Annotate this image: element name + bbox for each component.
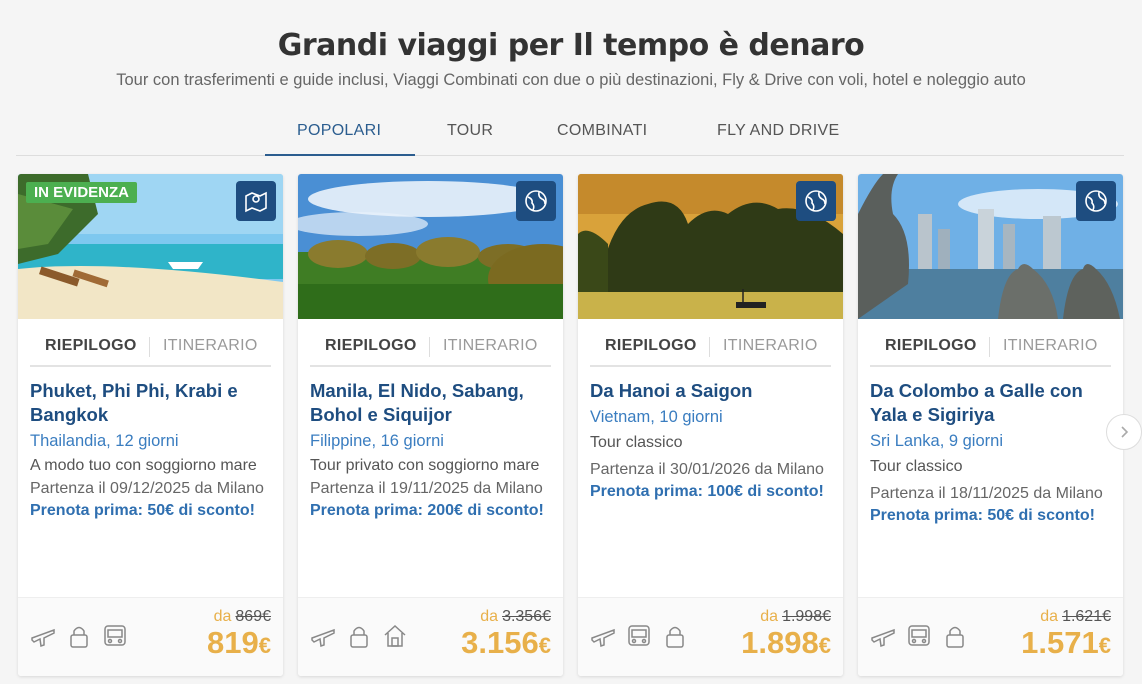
card-footer: da 869€ 819€ <box>18 597 283 676</box>
carousel-next-button[interactable] <box>1106 414 1142 450</box>
tab-combinati[interactable]: COMBINATI <box>557 122 647 140</box>
map-pin-icon <box>236 181 276 221</box>
house-icon <box>384 624 406 647</box>
old-price: 1.621€ <box>1062 608 1111 625</box>
country-duration: Thailandia, 12 giorni <box>30 432 179 450</box>
tab-fly-and-drive[interactable]: FLY AND DRIVE <box>717 122 839 140</box>
price-from-label: da <box>760 608 779 625</box>
promo-text: Prenota prima: 200€ di sconto! <box>310 502 544 519</box>
old-price: 869€ <box>235 608 271 625</box>
current-price: 819 <box>207 625 259 660</box>
departure-info: Partenza il 09/12/2025 da Milano <box>30 480 264 497</box>
tour-description: Tour privato con soggiorno mare <box>310 457 540 474</box>
price-currency: € <box>1098 633 1111 658</box>
card-footer: da 1.998€ 1.898€ <box>578 597 843 676</box>
section-header: Grandi viaggi per Il tempo è denaro Tour… <box>0 0 1142 90</box>
tour-card[interactable]: RIEPILOGO ITINERARIO Da Colombo a Galle … <box>858 174 1123 676</box>
tab-riepilogo[interactable]: RIEPILOGO <box>325 337 417 355</box>
lock-icon <box>666 626 684 648</box>
departure-info: Partenza il 18/11/2025 da Milano <box>870 485 1103 502</box>
promo-text: Prenota prima: 50€ di sconto! <box>30 502 255 519</box>
card-tabs: RIEPILOGO ITINERARIO <box>310 331 551 367</box>
tab-riepilogo[interactable]: RIEPILOGO <box>45 337 137 355</box>
lock-icon <box>350 626 368 648</box>
current-price: 1.898 <box>741 625 819 660</box>
price-currency: € <box>258 633 271 658</box>
plane-icon <box>591 628 615 647</box>
country-duration: Filippine, 16 giorni <box>310 432 444 450</box>
old-price: 3.356€ <box>502 608 551 625</box>
tab-divider <box>709 337 710 357</box>
tour-card[interactable]: RIEPILOGO ITINERARIO Da Hanoi a Saigon V… <box>578 174 843 676</box>
page-title: Grandi viaggi per Il tempo è denaro <box>277 28 865 63</box>
card-footer: da 1.621€ 1.571€ <box>858 597 1123 676</box>
country-duration: Vietnam, 10 giorni <box>590 408 723 426</box>
departure-info: Partenza il 30/01/2026 da Milano <box>590 461 824 478</box>
tab-itinerario[interactable]: ITINERARIO <box>1003 337 1098 355</box>
chevron-right-icon <box>1121 426 1129 438</box>
tab-riepilogo[interactable]: RIEPILOGO <box>605 337 697 355</box>
price-from-label: da <box>213 608 232 625</box>
price-currency: € <box>818 633 831 658</box>
tour-card[interactable]: RIEPILOGO ITINERARIO Manila, El Nido, Sa… <box>298 174 563 676</box>
price-currency: € <box>538 633 551 658</box>
current-price: 3.156 <box>461 625 539 660</box>
tour-image[interactable] <box>298 174 563 319</box>
category-tabs: POPOLARI TOUR COMBINATI FLY AND DRIVE <box>16 110 1124 156</box>
active-tab-indicator <box>265 154 415 156</box>
tab-itinerario[interactable]: ITINERARIO <box>163 337 258 355</box>
price-block: da 1.621€ 1.571€ <box>1021 608 1111 663</box>
tour-image[interactable] <box>858 174 1123 319</box>
plane-icon <box>311 628 335 647</box>
globe-icon <box>796 181 836 221</box>
tab-riepilogo[interactable]: RIEPILOGO <box>885 337 977 355</box>
plane-icon <box>31 628 55 647</box>
bus-icon <box>104 625 126 646</box>
country-duration: Sri Lanka, 9 giorni <box>870 432 1003 450</box>
bus-icon <box>908 625 930 646</box>
tour-description: Tour classico <box>590 434 683 451</box>
price-block: da 3.356€ 3.156€ <box>461 608 551 663</box>
tab-itinerario[interactable]: ITINERARIO <box>723 337 818 355</box>
globe-icon <box>516 181 556 221</box>
promo-text: Prenota prima: 50€ di sconto! <box>870 507 1095 524</box>
price-from-label: da <box>1040 608 1059 625</box>
plane-icon <box>871 628 895 647</box>
price-block: da 1.998€ 1.898€ <box>741 608 831 663</box>
tab-tour[interactable]: TOUR <box>447 122 493 140</box>
featured-badge: IN EVIDENZA <box>26 182 138 203</box>
tab-divider <box>149 337 150 357</box>
tour-description: Tour classico <box>870 458 963 475</box>
destination-title[interactable]: Da Hanoi a Saigon <box>590 379 831 403</box>
current-price: 1.571 <box>1021 625 1099 660</box>
tab-popolari[interactable]: POPOLARI <box>297 122 381 140</box>
promo-text: Prenota prima: 100€ di sconto! <box>590 483 824 500</box>
tour-card[interactable]: IN EVIDENZA RIEPILOGO ITINERARIO Phuket,… <box>18 174 283 676</box>
lock-icon <box>946 626 964 648</box>
lock-icon <box>70 626 88 648</box>
page-subtitle: Tour con trasferimenti e guide inclusi, … <box>116 71 1026 89</box>
price-from-label: da <box>480 608 499 625</box>
globe-icon <box>1076 181 1116 221</box>
card-footer: da 3.356€ 3.156€ <box>298 597 563 676</box>
bus-icon <box>628 625 650 646</box>
price-block: da 869€ 819€ <box>207 608 271 663</box>
destination-title[interactable]: Da Colombo a Galle con Yala e Sigiriya <box>870 379 1111 427</box>
card-tabs: RIEPILOGO ITINERARIO <box>30 331 271 367</box>
destination-title[interactable]: Phuket, Phi Phi, Krabi e Bangkok <box>30 379 271 427</box>
tour-image[interactable] <box>578 174 843 319</box>
card-tabs: RIEPILOGO ITINERARIO <box>590 331 831 367</box>
tour-description: A modo tuo con soggiorno mare <box>30 457 257 474</box>
tour-image[interactable]: IN EVIDENZA <box>18 174 283 319</box>
old-price: 1.998€ <box>782 608 831 625</box>
destination-title[interactable]: Manila, El Nido, Sabang, Bohol e Siquijo… <box>310 379 551 427</box>
card-tabs: RIEPILOGO ITINERARIO <box>870 331 1111 367</box>
tab-divider <box>989 337 990 357</box>
tab-divider <box>429 337 430 357</box>
departure-info: Partenza il 19/11/2025 da Milano <box>310 480 543 497</box>
tab-itinerario[interactable]: ITINERARIO <box>443 337 538 355</box>
